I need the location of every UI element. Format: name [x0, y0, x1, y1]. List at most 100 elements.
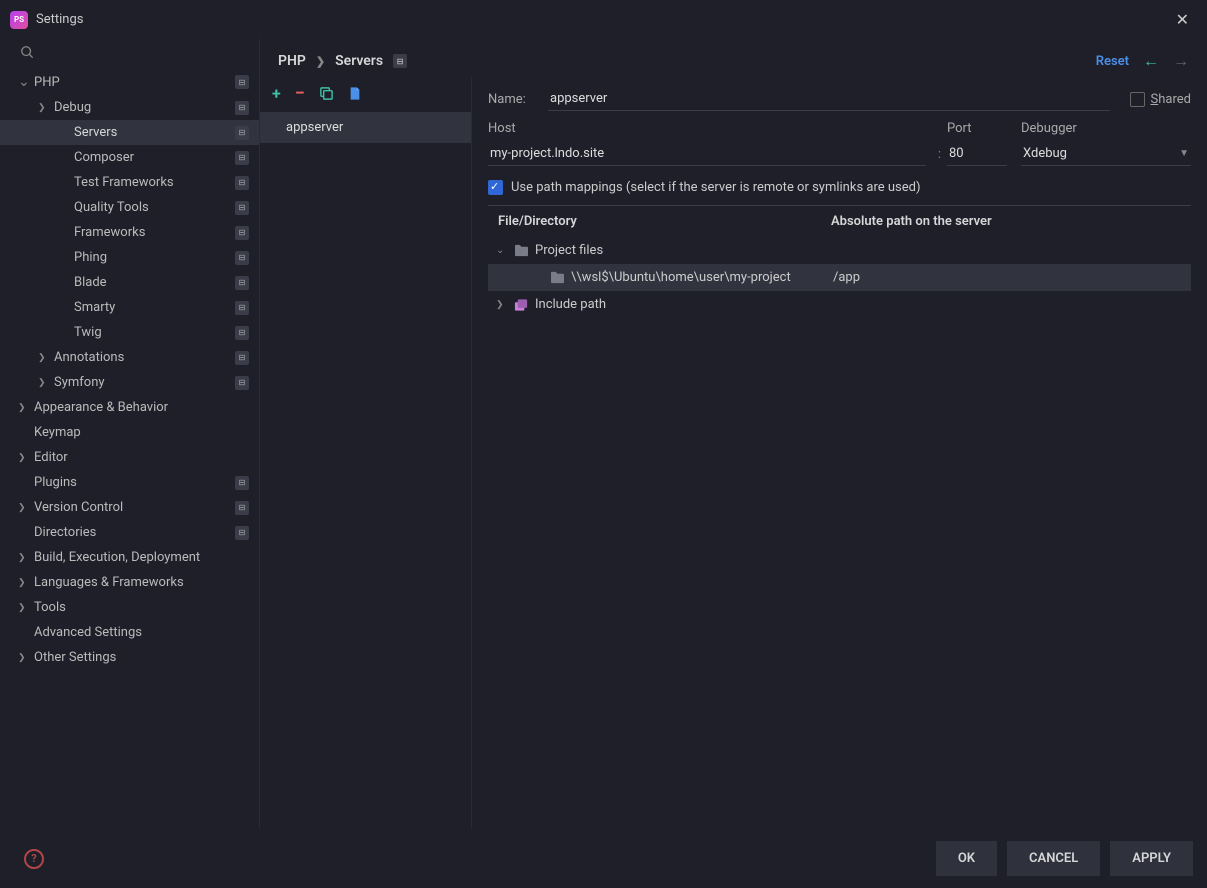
tree-item-label: Plugins	[34, 475, 77, 490]
tree-item-editor[interactable]: ❯Editor	[0, 445, 259, 470]
path-label: \\wsl$\Ubuntu\home\user\my-project	[571, 270, 833, 285]
tree-item-directories[interactable]: Directories ⊟	[0, 520, 259, 545]
tree-item-quality-tools[interactable]: Quality Tools⊟	[0, 195, 259, 220]
tree-item-annotations[interactable]: ❯Annotations ⊟	[0, 345, 259, 370]
project-badge-icon: ⊟	[235, 326, 249, 340]
project-badge-icon: ⊟	[235, 351, 249, 365]
tree-item-smarty[interactable]: Smarty⊟	[0, 295, 259, 320]
port-input[interactable]	[947, 142, 1007, 166]
path-row[interactable]: ⌄ Project files	[488, 237, 1191, 264]
chevron-down-icon: ⌄	[18, 74, 32, 90]
path-row[interactable]: ❯ Include path	[488, 291, 1191, 318]
folder-icon	[514, 244, 529, 257]
tree-item-servers[interactable]: Servers ⊟	[0, 120, 259, 145]
chevron-right-icon: ❯	[496, 300, 510, 310]
chevron-down-icon: ▼	[1179, 148, 1189, 159]
tree-item-plugins[interactable]: Plugins ⊟	[0, 470, 259, 495]
tree-item-label: Appearance & Behavior	[34, 400, 168, 415]
chevron-right-icon: ❯	[18, 603, 32, 613]
chevron-right-icon: ❯	[18, 578, 32, 588]
tree-item-tools[interactable]: ❯Tools	[0, 595, 259, 620]
tree-item-label: Test Frameworks	[74, 175, 174, 190]
import-server-icon[interactable]	[348, 86, 362, 101]
absolute-path[interactable]: /app	[833, 270, 1183, 285]
tree-item-label: Phing	[74, 250, 107, 265]
path-mappings-table: File/Directory Absolute path on the serv…	[488, 205, 1191, 318]
chevron-down-icon: ⌄	[496, 245, 510, 256]
copy-server-icon[interactable]	[319, 86, 334, 101]
chevron-right-icon: ❯	[18, 403, 32, 413]
include-path-icon	[514, 298, 529, 312]
path-label: Project files	[535, 243, 833, 258]
chevron-right-icon: ❯	[18, 553, 32, 563]
search-icon[interactable]	[20, 45, 249, 59]
tree-item-twig[interactable]: Twig ⊟	[0, 320, 259, 345]
project-badge-icon: ⊟	[235, 526, 249, 540]
close-icon[interactable]: ✕	[1168, 6, 1197, 33]
breadcrumb-current: Servers	[335, 53, 383, 69]
tree-item-label: Annotations	[54, 350, 124, 365]
tree-item-composer[interactable]: Composer⊟	[0, 145, 259, 170]
tree-item-test-frameworks[interactable]: Test Frameworks⊟	[0, 170, 259, 195]
remove-server-icon[interactable]: −	[295, 83, 305, 104]
project-badge-icon: ⊟	[235, 126, 249, 140]
app-icon: PS	[10, 11, 28, 29]
chevron-right-icon: ❯	[38, 353, 52, 363]
tree-item-build-execution-deployment[interactable]: ❯Build, Execution, Deployment	[0, 545, 259, 570]
tree-item-label: Blade	[74, 275, 107, 290]
tree-item-keymap[interactable]: Keymap	[0, 420, 259, 445]
settings-sidebar: ⌄PHP⊟❯Debug⊟Servers⊟Composer⊟Test Framew…	[0, 39, 260, 829]
forward-icon[interactable]: →	[1173, 51, 1189, 71]
tree-item-debug[interactable]: ❯Debug⊟	[0, 95, 259, 120]
reset-link[interactable]: Reset	[1096, 54, 1129, 69]
server-item-appserver[interactable]: appserver	[260, 112, 471, 143]
shared-checkbox[interactable]: SSharedhared	[1130, 92, 1191, 107]
cancel-button[interactable]: CANCEL	[1007, 841, 1100, 876]
project-badge-icon: ⊟	[235, 501, 249, 515]
tree-item-frameworks[interactable]: Frameworks⊟	[0, 220, 259, 245]
tree-item-label: Twig	[74, 325, 102, 340]
project-badge-icon: ⊟	[235, 476, 249, 490]
chevron-right-icon: ❯	[38, 103, 52, 113]
path-label: Include path	[535, 297, 833, 312]
name-input[interactable]	[548, 87, 1110, 111]
checkbox-icon[interactable]	[1130, 92, 1145, 107]
settings-tree: ⌄PHP⊟❯Debug⊟Servers⊟Composer⊟Test Framew…	[0, 69, 259, 829]
tree-item-symfony[interactable]: ❯Symfony⊟	[0, 370, 259, 395]
tree-item-label: Symfony	[54, 375, 105, 390]
help-icon[interactable]: ?	[24, 849, 44, 869]
tree-item-blade[interactable]: Blade ⊟	[0, 270, 259, 295]
tree-item-phing[interactable]: Phing⊟	[0, 245, 259, 270]
breadcrumb: PHP ❯ Servers ⊟	[278, 53, 407, 69]
tree-item-other-settings[interactable]: ❯Other Settings	[0, 645, 259, 670]
ok-button[interactable]: OK	[936, 841, 997, 876]
tree-item-label: Quality Tools	[74, 200, 149, 215]
add-server-icon[interactable]: +	[272, 84, 281, 103]
tree-item-label: Composer	[74, 150, 134, 165]
apply-button[interactable]: APPLY	[1110, 841, 1193, 876]
chevron-right-icon: ❯	[18, 453, 32, 463]
titlebar: PS Settings ✕	[0, 0, 1207, 39]
tree-item-version-control[interactable]: ❯Version Control⊟	[0, 495, 259, 520]
project-badge-icon: ⊟	[235, 276, 249, 290]
debugger-select[interactable]: Xdebug ▼	[1021, 142, 1191, 166]
tree-item-advanced-settings[interactable]: Advanced Settings	[0, 620, 259, 645]
tree-item-label: Version Control	[34, 500, 123, 515]
back-icon[interactable]: ←	[1143, 51, 1159, 71]
path-mappings-checkbox[interactable]	[488, 180, 503, 195]
tree-item-label: Debug	[54, 100, 91, 115]
tree-item-php[interactable]: ⌄PHP⊟	[0, 69, 259, 95]
tree-item-label: Directories	[34, 525, 96, 540]
debugger-value: Xdebug	[1023, 146, 1067, 161]
path-row[interactable]: \\wsl$\Ubuntu\home\user\my-project/app	[488, 264, 1191, 291]
tree-item-label: Other Settings	[34, 650, 116, 665]
breadcrumb-root[interactable]: PHP	[278, 53, 306, 69]
tree-item-label: PHP	[34, 75, 60, 90]
tree-item-label: Servers	[74, 125, 117, 140]
chevron-right-icon: ❯	[316, 55, 325, 68]
host-input[interactable]	[488, 142, 926, 166]
name-label: Name:	[488, 92, 548, 107]
shared-label: SSharedhared	[1151, 92, 1191, 107]
tree-item-languages-frameworks[interactable]: ❯Languages & Frameworks	[0, 570, 259, 595]
tree-item-appearance-behavior[interactable]: ❯Appearance & Behavior	[0, 395, 259, 420]
